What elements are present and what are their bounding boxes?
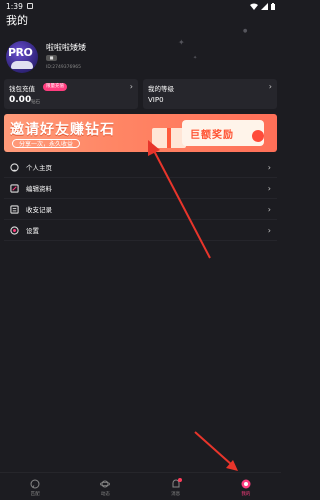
coin-icon — [252, 130, 264, 142]
chevron-right-icon: › — [268, 82, 272, 91]
menu-item-edit-profile[interactable]: 编辑资料 › — [4, 178, 277, 199]
sim-icon — [26, 3, 33, 9]
menu-item-settings[interactable]: 设置 › — [4, 220, 277, 241]
menu-item-label: 编辑资料 — [26, 185, 52, 193]
avatar[interactable]: PRO — [6, 41, 38, 73]
status-time: 1:39 — [6, 1, 23, 11]
page-title: 我的 — [6, 14, 28, 27]
match-icon — [30, 479, 40, 488]
prize-text: 巨额奖励 — [190, 130, 234, 141]
level-card[interactable]: 我的等级 VIP0 › — [143, 79, 277, 109]
battery-icon — [271, 2, 275, 10]
chevron-right-icon: › — [267, 225, 271, 235]
tab-label: 我的 — [241, 491, 251, 497]
annotation-arrows — [148, 140, 238, 471]
level-value: VIP0 — [148, 96, 164, 104]
wifi-icon — [250, 3, 258, 10]
avatar-pro-text: PRO — [8, 46, 33, 59]
unread-dot — [177, 478, 182, 482]
record-icon — [8, 203, 20, 215]
profile-icon — [241, 479, 251, 488]
menu-item-label: 个人主页 — [26, 164, 52, 172]
user-id: ID:2749376965 — [46, 65, 81, 70]
gift-box-icon — [152, 128, 186, 148]
chevron-right-icon: › — [267, 162, 271, 172]
chevron-right-icon: › — [267, 204, 271, 214]
menu-item-records[interactable]: 收支记录 › — [4, 199, 277, 220]
edit-icon — [8, 182, 20, 194]
invite-banner[interactable]: 邀请好友赚钻石 分享一次，永久收益 巨额奖励 — [4, 114, 277, 152]
gender-badge: ■ — [46, 55, 57, 61]
tab-label: 动态 — [100, 491, 110, 497]
planet-icon — [100, 480, 111, 487]
avatar-car-image — [11, 61, 33, 69]
menu-item-label: 收支记录 — [26, 206, 52, 214]
tab-messages[interactable]: 消息 — [141, 473, 211, 500]
user-icon — [8, 161, 20, 173]
wallet-balance: 0.00 — [9, 95, 32, 105]
wallet-unit: 钻石 — [31, 100, 40, 105]
nickname: 啦啦啦矮矮 — [46, 43, 86, 52]
menu-item-label: 设置 — [26, 227, 39, 235]
signal-icon — [261, 2, 268, 10]
wallet-label: 钱包充值 — [9, 85, 35, 93]
banner-subtitle: 分享一次，永久收益 — [12, 139, 81, 148]
tab-label: 匹配 — [30, 491, 40, 497]
tab-me[interactable]: 我的 — [211, 473, 281, 500]
wallet-card[interactable]: 钱包充值 限量充值 0.00 钻石 › — [4, 79, 138, 109]
settings-menu: 个人主页 › 编辑资料 › 收支记录 › 设置 › — [4, 157, 277, 241]
tab-label: 消息 — [171, 491, 181, 497]
banner-title: 邀请好友赚钻石 — [10, 122, 115, 138]
arrow-to-my-tab — [194, 431, 238, 471]
settings-icon — [8, 224, 20, 236]
status-bar: 1:39 — [0, 0, 281, 12]
level-label: 我的等级 — [148, 85, 174, 93]
bottom-tab-bar: 匹配 动态 消息 我的 — [0, 472, 281, 500]
menu-item-profile[interactable]: 个人主页 › — [4, 157, 277, 178]
wallet-promo-badge: 限量充值 — [43, 83, 67, 91]
star-decoration-icon: ● — [243, 28, 248, 34]
star-decoration-icon: ✦ — [178, 38, 185, 47]
star-decoration-icon: ✦ — [193, 55, 198, 61]
chevron-right-icon: › — [129, 82, 133, 91]
tab-moments[interactable]: 动态 — [70, 473, 140, 500]
chevron-right-icon: › — [267, 183, 271, 193]
tab-match[interactable]: 匹配 — [0, 473, 70, 500]
